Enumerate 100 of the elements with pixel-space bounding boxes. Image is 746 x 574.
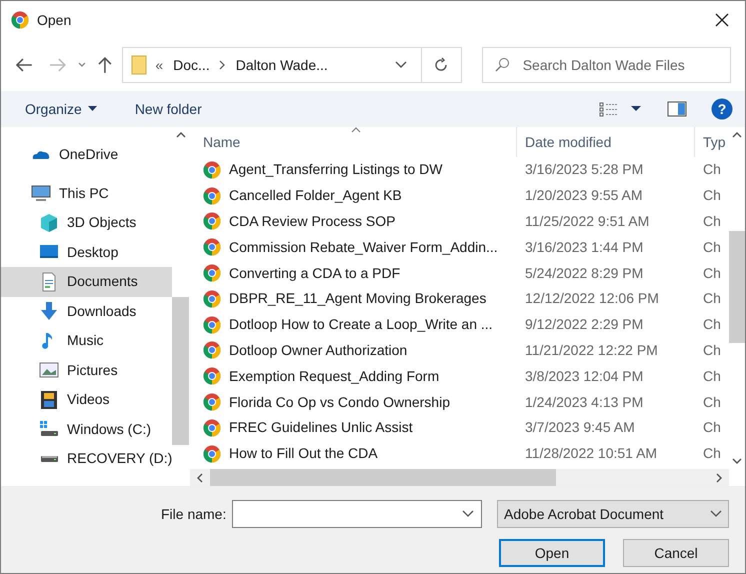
sidebar-item[interactable]: Downloads bbox=[1, 296, 172, 326]
sidebar-item[interactable]: OneDrive bbox=[1, 140, 172, 170]
help-icon[interactable]: ? bbox=[711, 98, 733, 120]
new-folder-button[interactable]: New folder bbox=[134, 98, 202, 120]
type-cell-text: Ch bbox=[702, 264, 721, 283]
date-cell-text: 11/21/2022 12:22 PM bbox=[524, 340, 659, 360]
search-field[interactable]: Search Dalton Wade Files bbox=[482, 47, 732, 83]
file-type-dropdown[interactable]: Adobe Acrobat Document bbox=[497, 500, 729, 528]
sidebar-item[interactable]: Videos bbox=[1, 385, 172, 414]
column-header[interactable]: Date modified bbox=[517, 127, 695, 157]
sidebar-item[interactable]: Music bbox=[1, 326, 172, 356]
date-cell-text: 11/25/2022 9:51 AM bbox=[524, 212, 650, 231]
scroll-up-icon[interactable] bbox=[176, 131, 186, 139]
date-cell-text: 1/24/2023 4:13 PM bbox=[524, 392, 644, 412]
cancel-button[interactable]: Cancel bbox=[623, 539, 729, 567]
browser-file-icon bbox=[203, 238, 221, 256]
date-cell-text: 5/24/2022 8:29 PM bbox=[524, 264, 644, 283]
date-cell-text: 3/16/2023 5:28 PM bbox=[524, 160, 644, 180]
date-cell-text: 11/28/2022 10:51 AM bbox=[524, 444, 658, 464]
date-cell-text: 12/12/2022 12:06 PM bbox=[524, 289, 660, 308]
browser-file-icon bbox=[203, 290, 221, 308]
chevron-down-icon[interactable] bbox=[76, 61, 87, 69]
film-icon bbox=[39, 390, 59, 410]
sidebar-item[interactable]: This PC bbox=[1, 178, 172, 208]
file-name-cell[interactable]: Commission Rebate_Waiver Form_Addin... bbox=[203, 236, 517, 258]
address-bar[interactable]: « Doc... Dalton Wade... bbox=[122, 47, 462, 83]
type-cell-text: Ch bbox=[702, 212, 721, 231]
drive-icon bbox=[39, 454, 59, 463]
type-cell-text: Ch bbox=[702, 238, 721, 257]
file-name-cell[interactable]: Florida Co Op vs Condo Ownership bbox=[203, 392, 517, 413]
type-cell-text: Ch bbox=[702, 418, 721, 438]
browser-file-icon bbox=[203, 264, 221, 282]
caret-icon[interactable] bbox=[631, 106, 641, 112]
breadcrumb[interactable]: Dalton Wade... bbox=[236, 54, 328, 76]
cube-icon bbox=[39, 212, 59, 233]
column-header[interactable]: Typ bbox=[695, 127, 729, 157]
sidebar-item[interactable]: RECOVERY (D:) bbox=[1, 444, 172, 474]
browser-file-icon bbox=[203, 393, 221, 412]
up-arrow-icon[interactable] bbox=[96, 56, 112, 74]
scroll-thumb[interactable] bbox=[729, 231, 745, 343]
chevron-right-icon[interactable] bbox=[218, 60, 226, 70]
back-arrow-icon[interactable] bbox=[15, 57, 33, 73]
computer-icon bbox=[31, 183, 51, 204]
file-name-cell[interactable]: DBPR_RE_11_Agent Moving Brokerages bbox=[203, 288, 517, 310]
browser-file-icon bbox=[203, 316, 221, 334]
file-name-cell[interactable]: FREC Guidelines Unlic Assist bbox=[203, 417, 517, 438]
sidebar-item[interactable]: Pictures bbox=[1, 356, 172, 385]
type-cell-text: Ch bbox=[702, 160, 721, 180]
file-name-cell[interactable]: CDA Review Process SOP bbox=[203, 210, 517, 232]
date-cell-text: 3/16/2023 1:44 PM bbox=[524, 238, 644, 257]
horizontal-scrollbar[interactable] bbox=[190, 469, 729, 486]
file-name-cell[interactable]: Cancelled Folder_Agent KB bbox=[203, 185, 517, 206]
search-icon bbox=[494, 57, 510, 73]
scroll-left-icon[interactable] bbox=[196, 472, 204, 482]
file-name-cell[interactable]: Dotloop Owner Authorization bbox=[203, 340, 517, 361]
browser-file-icon bbox=[203, 341, 221, 360]
file-name-cell[interactable]: Exemption Request_Adding Form bbox=[203, 366, 517, 387]
refresh-icon[interactable] bbox=[433, 57, 450, 73]
browser-file-icon bbox=[203, 367, 221, 386]
browser-file-icon bbox=[203, 186, 221, 205]
app-icon bbox=[11, 11, 29, 29]
file-name-cell[interactable]: Agent_Transferring Listings to DW bbox=[203, 159, 517, 180]
breadcrumb[interactable]: Doc... bbox=[173, 54, 210, 76]
browser-file-icon bbox=[203, 444, 221, 463]
chevron-down-icon[interactable] bbox=[462, 510, 474, 518]
scroll-right-icon[interactable] bbox=[715, 472, 723, 482]
browser-file-icon bbox=[203, 418, 221, 437]
file-name-cell[interactable]: Converting a CDA to a PDF bbox=[203, 262, 517, 284]
close-icon[interactable] bbox=[715, 13, 729, 27]
scroll-thumb[interactable] bbox=[172, 297, 190, 445]
overflow-chevrons[interactable]: « bbox=[155, 54, 164, 76]
file-name-field[interactable] bbox=[232, 500, 482, 528]
file-name-cell[interactable]: How to Fill Out the CDA bbox=[203, 443, 517, 464]
type-cell-text: Ch bbox=[702, 315, 721, 334]
sidebar-item[interactable]: Windows (C:) bbox=[1, 414, 172, 444]
type-cell-text: Ch bbox=[702, 186, 721, 206]
type-cell-text: Ch bbox=[702, 444, 721, 464]
scroll-up-icon[interactable] bbox=[732, 131, 742, 139]
sidebar-item[interactable]: Documents bbox=[1, 267, 172, 296]
browser-file-icon bbox=[203, 212, 221, 230]
chevron-down-icon[interactable] bbox=[394, 61, 407, 69]
caret-icon bbox=[88, 106, 97, 112]
file-name-cell[interactable]: Dotloop How to Create a Loop_Write an ... bbox=[203, 314, 517, 336]
date-cell-text: 3/7/2023 9:45 AM bbox=[524, 418, 636, 438]
scroll-thumb[interactable] bbox=[210, 469, 556, 486]
chevron-down-icon bbox=[710, 510, 722, 518]
folder-icon bbox=[131, 55, 148, 75]
open-button[interactable]: Open bbox=[499, 539, 605, 567]
scroll-down-icon[interactable] bbox=[732, 457, 742, 465]
column-header[interactable]: Name bbox=[203, 127, 517, 157]
sidebar-item[interactable]: 3D Objects bbox=[1, 208, 172, 238]
window-title: Open bbox=[37, 10, 72, 30]
type-cell-text: Ch bbox=[702, 366, 721, 386]
view-options-icon[interactable] bbox=[599, 101, 619, 117]
download-arrow-icon bbox=[39, 301, 59, 322]
file-name-label: File name: bbox=[161, 504, 226, 524]
organize-menu[interactable]: Organize bbox=[25, 98, 97, 120]
preview-pane-icon[interactable] bbox=[667, 101, 687, 117]
type-cell-text: Ch bbox=[702, 340, 721, 360]
sidebar-item[interactable]: Desktop bbox=[1, 238, 172, 267]
